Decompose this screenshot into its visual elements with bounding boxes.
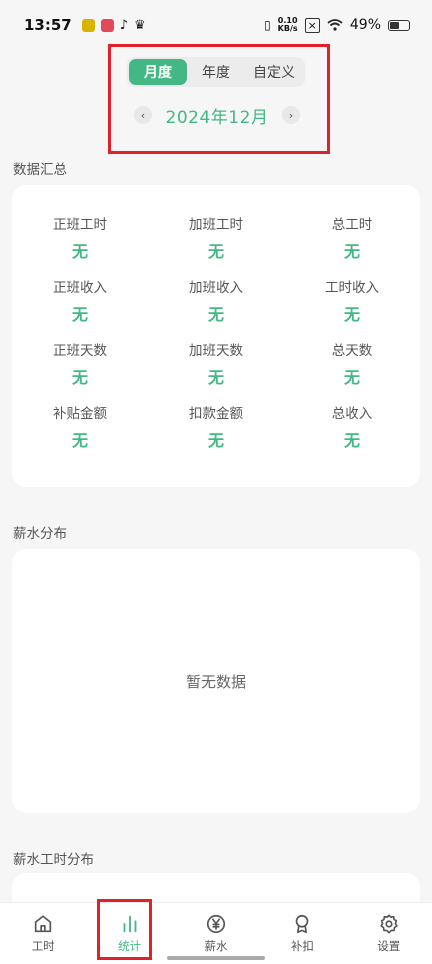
bottom-nav: 工时 统计 薪水 补扣 设置 [0, 902, 432, 964]
app-icon [81, 18, 95, 32]
summary-item-label: 工时收入 [325, 280, 379, 296]
summary-item: 正班天数无 [12, 339, 148, 387]
summary-item-value: 无 [71, 431, 88, 450]
wifi-icon [327, 19, 343, 31]
yuan-icon [206, 914, 226, 934]
summary-title: 数据汇总 [13, 162, 67, 178]
gear-icon [380, 914, 398, 934]
nav-hours[interactable]: 工时 [0, 903, 86, 964]
summary-item: 加班工时无 [148, 213, 284, 261]
empty-state-text: 暂无数据 [185, 672, 246, 691]
salary-distribution-card: 暂无数据 [12, 549, 420, 813]
crown-icon: ♛ [134, 17, 146, 33]
summary-item-label: 总工时 [331, 217, 373, 233]
tiktok-icon: ♪ [119, 17, 129, 33]
summary-item-value: 无 [71, 242, 88, 261]
home-icon [35, 915, 52, 933]
summary-item-value: 无 [71, 305, 88, 324]
status-time: 13:57 [24, 16, 72, 34]
nav-settings[interactable]: 设置 [346, 903, 432, 964]
summary-item-label: 正班工时 [53, 217, 107, 233]
highlight-box [108, 44, 330, 154]
summary-item-value: 无 [343, 368, 360, 387]
home-indicator[interactable] [167, 956, 265, 960]
battery-icon [388, 19, 410, 31]
award-icon [296, 914, 309, 934]
summary-item-value: 无 [207, 431, 224, 450]
summary-item-label: 总收入 [331, 406, 373, 422]
summary-item-value: 无 [207, 242, 224, 261]
net-speed: 0.10 KB/s [277, 16, 298, 33]
nav-salary[interactable]: 薪水 [173, 903, 259, 964]
summary-item: 总工时无 [284, 213, 420, 261]
salary-distribution-title: 薪水分布 [13, 526, 67, 542]
summary-item: 总天数无 [284, 339, 420, 387]
summary-item-label: 加班收入 [189, 280, 243, 296]
summary-item: 正班收入无 [12, 276, 148, 324]
app-icon [100, 18, 114, 32]
summary-item: 加班天数无 [148, 339, 284, 387]
vibrate-icon: ▯ [264, 18, 271, 32]
summary-item-value: 无 [207, 368, 224, 387]
summary-item-label: 加班工时 [189, 217, 243, 233]
summary-item: 工时收入无 [284, 276, 420, 324]
no-sim-icon: × [304, 17, 320, 33]
summary-item-label: 加班天数 [189, 343, 243, 359]
salary-hours-distribution-title: 薪水工时分布 [13, 852, 94, 868]
summary-item-label: 补贴金额 [53, 406, 107, 422]
summary-item-value: 无 [343, 431, 360, 450]
summary-item-label: 扣款金额 [189, 406, 243, 422]
battery-text: 49% [349, 17, 381, 33]
nav-label: 工时 [31, 939, 55, 953]
summary-item-label: 正班收入 [53, 280, 107, 296]
summary-item-value: 无 [343, 305, 360, 324]
summary-item-value: 无 [71, 368, 88, 387]
status-bar: 13:57 ♪ ♛ ▯ 0.10 KB/s × 49% [0, 0, 432, 50]
summary-item: 加班收入无 [148, 276, 284, 324]
nav-label: 设置 [377, 939, 401, 953]
highlight-box [97, 899, 152, 960]
summary-item: 正班工时无 [12, 213, 148, 261]
summary-item: 扣款金额无 [148, 402, 284, 450]
summary-item: 总收入无 [284, 402, 420, 450]
summary-item-label: 正班天数 [53, 343, 107, 359]
summary-item-value: 无 [343, 242, 360, 261]
summary-item: 补贴金额无 [12, 402, 148, 450]
summary-card: 正班工时无加班工时无总工时无正班收入无加班收入无工时收入无正班天数无加班天数无总… [12, 185, 420, 487]
nav-label: 薪水 [204, 939, 228, 953]
nav-label: 补扣 [290, 939, 314, 953]
nav-subsidy-deduction[interactable]: 补扣 [259, 903, 345, 964]
summary-item-value: 无 [207, 305, 224, 324]
summary-item-label: 总天数 [331, 343, 373, 359]
